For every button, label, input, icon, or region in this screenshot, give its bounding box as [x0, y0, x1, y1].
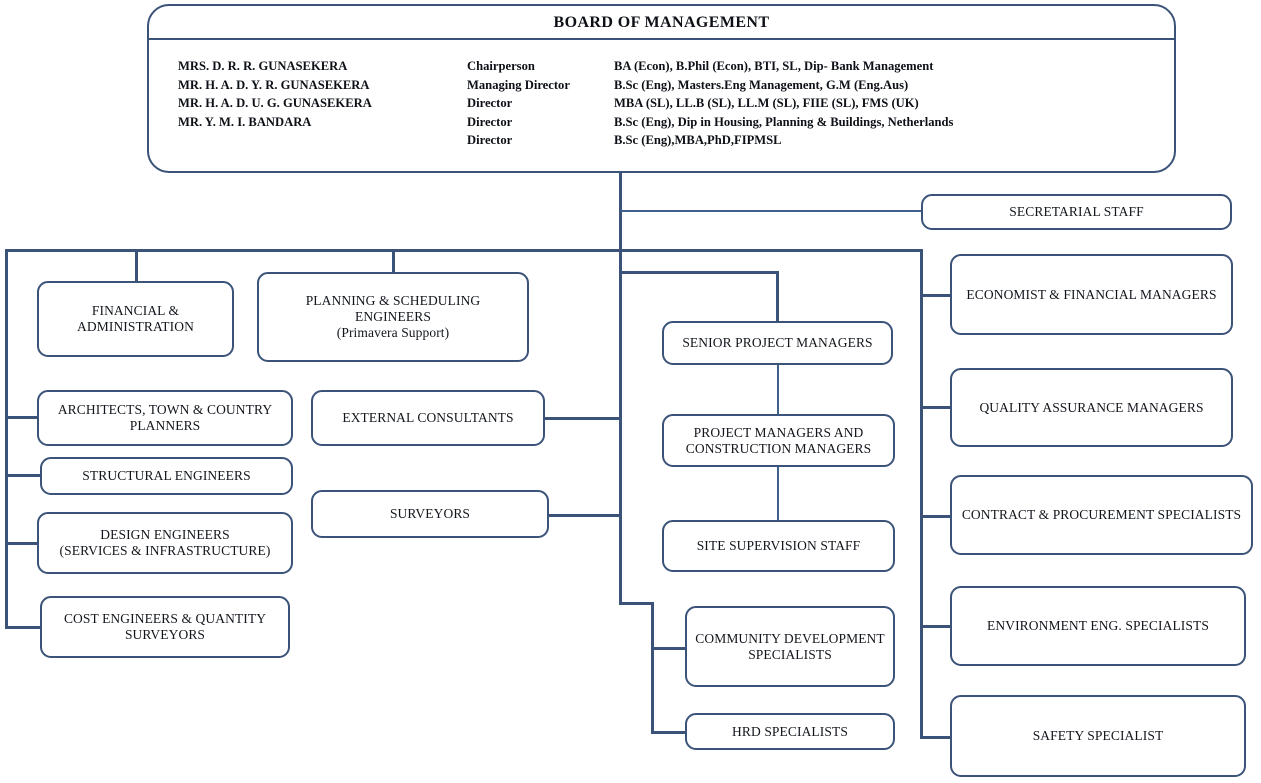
node-economist-financial-managers[interactable]: ECONOMIST & FINANCIAL MANAGERS [950, 254, 1233, 335]
node-label-line-2: PLANNERS [129, 418, 201, 433]
node-label-line-1: PLANNING & SCHEDULING ENGINEERS [305, 293, 481, 325]
node-cost-engineers-quantity-surveyors[interactable]: COST ENGINEERS & QUANTITY SURVEYORS [40, 596, 290, 658]
board-member-qualifications: B.Sc (Eng), Masters.Eng Management, G.M … [614, 77, 909, 92]
node-label-line-2: (SERVICES & INFRASTRUCTURE) [59, 543, 271, 558]
node-architects-town-country-planners[interactable]: ARCHITECTS, TOWN & COUNTRY PLANNERS [37, 390, 293, 446]
node-label: COST ENGINEERS & QUANTITY SURVEYORS [50, 611, 280, 643]
connector-stub-hrd-specialists [651, 731, 688, 734]
node-label: CONTRACT & PROCUREMENT SPECIALISTS [961, 507, 1242, 523]
node-label: ARCHITECTS, TOWN & COUNTRY PLANNERS [47, 402, 283, 434]
connector-spm-to-pm [777, 364, 779, 416]
connector-centre-lower-bus [651, 602, 654, 734]
connector-stub-community-development [651, 647, 688, 650]
node-label: COMMUNITY DEVELOPMENT SPECIALISTS [695, 631, 885, 663]
node-site-supervision-staff[interactable]: SITE SUPERVISION STAFF [662, 520, 895, 572]
node-structural-engineers[interactable]: STRUCTURAL ENGINEERS [40, 457, 293, 495]
node-label-line-2: CONSTRUCTION MANAGERS [685, 440, 872, 456]
connector-drop-planning-scheduling [392, 249, 395, 273]
node-external-consultants[interactable]: EXTERNAL CONSULTANTS [311, 390, 545, 446]
node-environment-eng-specialists[interactable]: ENVIRONMENT ENG. SPECIALISTS [950, 586, 1246, 666]
node-label-line-1: FINANCIAL & [91, 303, 180, 319]
node-label: SITE SUPERVISION STAFF [696, 538, 861, 554]
board-title-divider [149, 38, 1174, 40]
connector-board-trunk [619, 171, 622, 605]
org-chart-canvas: BOARD OF MANAGEMENT MRS. D. R. R. GUNASE… [0, 0, 1261, 783]
node-label: SAFETY SPECIALIST [1032, 728, 1164, 744]
board-member-title: Managing Director [467, 77, 570, 92]
node-secretarial-staff[interactable]: SECRETARIAL STAFF [921, 194, 1232, 230]
node-label: ENVIRONMENT ENG. SPECIALISTS [987, 618, 1209, 634]
connector-external-consultants-to-trunk [544, 417, 621, 420]
board-member-row: Director B.Sc (Eng),MBA,PhD,FIPMSL [178, 131, 1164, 150]
connector-centre-top-bus [619, 271, 779, 274]
connector-stub-structural-engineers [5, 474, 43, 477]
node-planning-scheduling-engineers[interactable]: PLANNING & SCHEDULING ENGINEERS (Primave… [257, 272, 529, 362]
node-safety-specialist[interactable]: SAFETY SPECIALIST [950, 695, 1246, 777]
node-label-line-1: COST ENGINEERS & QUANTITY [63, 611, 267, 627]
board-member-qualifications: BA (Econ), B.Phil (Econ), BTI, SL, Dip- … [614, 59, 934, 73]
node-label: PROJECT MANAGERS AND CONSTRUCTION MANAGE… [672, 425, 885, 457]
node-label-line-2: SURVEYORS [124, 627, 206, 642]
node-label-line-1: DESIGN ENGINEERS [100, 527, 230, 543]
board-member-row: MR. H. A. D. Y. R. GUNASEKERA Managing D… [178, 76, 1164, 95]
node-label-line-1: ARCHITECTS, TOWN & COUNTRY [57, 402, 273, 418]
board-member-qualifications: MBA (SL), LL.B (SL), LL.M (SL), FIIE (SL… [614, 96, 919, 111]
node-label: SECRETARIAL STAFF [1009, 204, 1144, 220]
node-label: SURVEYORS [389, 506, 471, 522]
connector-left-bus [5, 249, 8, 628]
node-community-development-specialists[interactable]: COMMUNITY DEVELOPMENT SPECIALISTS [685, 606, 895, 687]
board-member-name: MR. H. A. D. Y. R. GUNASEKERA [178, 77, 370, 92]
node-senior-project-managers[interactable]: SENIOR PROJECT MANAGERS [662, 321, 893, 365]
node-label-line-1: PROJECT MANAGERS AND [693, 424, 864, 440]
board-of-management-title: BOARD OF MANAGEMENT [553, 14, 770, 31]
node-financial-administration[interactable]: FINANCIAL & ADMINISTRATION [37, 281, 234, 357]
node-quality-assurance-managers[interactable]: QUALITY ASSURANCE MANAGERS [950, 368, 1233, 447]
connector-stub-architects [5, 416, 40, 419]
board-member-row: MR. H. A. D. U. G. GUNASEKERA Director M… [178, 94, 1164, 113]
node-design-engineers[interactable]: DESIGN ENGINEERS (SERVICES & INFRASTRUCT… [37, 512, 293, 574]
node-label-line-2: ADMINISTRATION [77, 319, 194, 334]
board-member-title: Director [467, 96, 513, 111]
connector-centre-lower-elbow [619, 602, 654, 605]
node-surveyors[interactable]: SURVEYORS [311, 490, 549, 538]
board-members-table: MRS. D. R. R. GUNASEKERA Chairperson BA … [178, 57, 1164, 150]
connector-drop-senior-project-managers [776, 271, 779, 322]
board-member-qualifications: B.Sc (Eng), Dip in Housing, Planning & B… [614, 114, 954, 129]
node-label: FINANCIAL & ADMINISTRATION [47, 303, 224, 335]
node-contract-procurement-specialists[interactable]: CONTRACT & PROCUREMENT SPECIALISTS [950, 475, 1253, 555]
connector-pm-to-site-supervision [777, 466, 779, 521]
node-project-construction-managers[interactable]: PROJECT MANAGERS AND CONSTRUCTION MANAGE… [662, 414, 895, 467]
node-label: STRUCTURAL ENGINEERS [82, 468, 251, 484]
board-member-name: MRS. D. R. R. GUNASEKERA [178, 59, 348, 73]
board-member-qualifications: B.Sc (Eng),MBA,PhD,FIPMSL [614, 133, 782, 148]
board-member-name [178, 131, 467, 150]
board-member-title: Director [467, 133, 513, 148]
board-member-title: Chairperson [467, 59, 535, 73]
board-member-row: MRS. D. R. R. GUNASEKERA Chairperson BA … [178, 57, 1164, 76]
node-label-line-2: SPECIALISTS [748, 646, 832, 662]
board-member-name: MR. H. A. D. U. G. GUNASEKERA [178, 96, 372, 111]
connector-stub-design-engineers [5, 542, 40, 545]
board-member-name: MR. Y. M. I. BANDARA [178, 114, 312, 129]
node-label: QUALITY ASSURANCE MANAGERS [979, 399, 1204, 415]
node-label: EXTERNAL CONSULTANTS [342, 410, 514, 426]
connector-right-bus [920, 249, 923, 738]
connector-surveyors-to-trunk [548, 514, 621, 517]
board-member-title: Director [467, 114, 513, 129]
board-of-management-box: BOARD OF MANAGEMENT MRS. D. R. R. GUNASE… [147, 4, 1176, 173]
node-label: DESIGN ENGINEERS (SERVICES & INFRASTRUCT… [47, 527, 283, 559]
board-member-row: MR. Y. M. I. BANDARA Director B.Sc (Eng)… [178, 113, 1164, 132]
connector-main-bus [5, 249, 922, 252]
node-label-line-1: COMMUNITY DEVELOPMENT [695, 630, 885, 646]
node-label-line-2: (Primavera Support) [336, 324, 450, 340]
node-hrd-specialists[interactable]: HRD SPECIALISTS [685, 713, 895, 750]
node-label: ECONOMIST & FINANCIAL MANAGERS [966, 286, 1217, 302]
node-label: SENIOR PROJECT MANAGERS [682, 335, 873, 351]
node-label: PLANNING & SCHEDULING ENGINEERS (Primave… [267, 293, 519, 341]
connector-stub-cost-engineers [5, 626, 40, 629]
connector-to-secretarial-staff [620, 210, 922, 212]
node-label: HRD SPECIALISTS [732, 723, 848, 739]
connector-drop-financial-administration [135, 249, 138, 282]
